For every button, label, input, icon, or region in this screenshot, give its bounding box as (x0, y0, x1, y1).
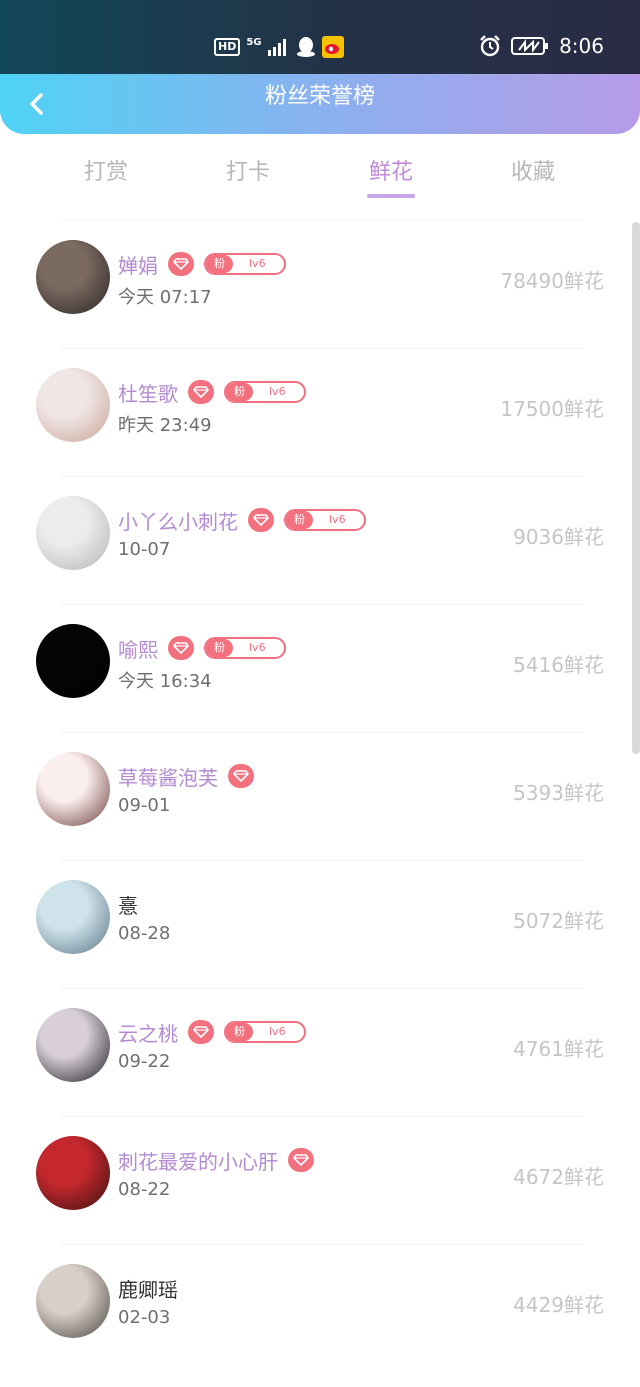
alarm-icon (480, 35, 500, 57)
diamond-icon (188, 380, 214, 404)
clock: 8:06 (559, 34, 604, 58)
diamond-icon (168, 636, 194, 660)
tab-reward[interactable]: 打赏 (56, 154, 156, 186)
name-line: 草莓酱泡芙 (118, 762, 254, 791)
user-name[interactable]: 小丫么小刺花 (118, 506, 238, 535)
timestamp: 09-01 (118, 795, 171, 816)
list-item[interactable]: 憙 08-28 5072鲜花 (36, 860, 604, 988)
fan-badge-label: 粉 (206, 639, 233, 657)
signal-icon (267, 39, 286, 56)
user-name[interactable]: 杜笙歌 (118, 378, 178, 407)
fan-level-badge: 粉 lv6 (224, 381, 306, 403)
avatar[interactable] (36, 368, 110, 442)
weibo-icon (321, 36, 344, 58)
name-line: 杜笙歌 粉 lv6 (118, 378, 306, 407)
timestamp: 昨天 23:49 (118, 415, 212, 436)
name-line: 婵娟 粉 lv6 (118, 250, 286, 279)
flower-count: 9036鲜花 (513, 525, 604, 549)
tab-checkin[interactable]: 打卡 (198, 154, 298, 186)
fan-badge-level: lv6 (249, 641, 266, 654)
avatar[interactable] (36, 496, 110, 570)
fan-badge-label: 粉 (226, 383, 253, 401)
list-item[interactable]: 草莓酱泡芙 09-01 5393鲜花 (36, 732, 604, 860)
list-item[interactable]: 小丫么小刺花 粉 lv6 10-07 9036鲜花 (36, 476, 604, 604)
avatar[interactable] (36, 1264, 110, 1338)
fan-level-badge: 粉 lv6 (204, 253, 286, 275)
flower-count: 5393鲜花 (513, 781, 604, 805)
timestamp: 02-03 (118, 1307, 171, 1328)
timestamp: 10-07 (118, 539, 171, 560)
tab-active-indicator (367, 194, 415, 198)
user-name[interactable]: 云之桃 (118, 1018, 178, 1047)
fan-badge-label: 粉 (226, 1023, 253, 1041)
fan-badge-label: 粉 (206, 255, 233, 273)
network-type: 5G (246, 37, 262, 48)
avatar[interactable] (36, 1008, 110, 1082)
qq-icon (296, 37, 315, 57)
avatar[interactable] (36, 752, 110, 826)
avatar[interactable] (36, 624, 110, 698)
diamond-icon (168, 252, 194, 276)
fan-badge-level: lv6 (269, 1025, 286, 1038)
fan-badge-level: lv6 (329, 513, 346, 526)
flower-count: 78490鲜花 (500, 269, 604, 293)
scrollbar[interactable] (632, 222, 640, 754)
fan-ranking-list: 婵娟粉 lv6 今天 07:17 78490鲜花 杜笙歌粉 lv6 昨天 23:49 1750… (0, 220, 620, 1372)
flower-count: 4761鲜花 (513, 1037, 604, 1061)
name-line: 喻熙 粉 lv6 (118, 634, 286, 663)
user-name[interactable]: 憙 (118, 890, 138, 919)
timestamp: 09-22 (118, 1051, 171, 1072)
list-item[interactable]: 喻熙 粉 lv6 今天 16:34 5416鲜花 (36, 604, 604, 732)
name-line: 云之桃 粉 lv6 (118, 1018, 306, 1047)
timestamp: 今天 16:34 (118, 671, 212, 692)
tab-collect[interactable]: 收藏 (483, 154, 583, 186)
timestamp: 今天 07:17 (118, 287, 212, 308)
list-item[interactable]: 云之桃 粉 lv6 09-22 4761鲜花 (36, 988, 604, 1116)
diamond-icon (188, 1020, 214, 1044)
fan-badge-label: 粉 (286, 511, 313, 529)
flower-count: 17500鲜花 (500, 397, 604, 421)
list-item[interactable]: 刺花最爱的小心肝 08-22 4672鲜花 (36, 1116, 604, 1244)
user-name[interactable]: 喻熙 (118, 634, 158, 663)
hd-label: HD (214, 38, 241, 56)
flower-count: 4429鲜花 (513, 1293, 604, 1317)
status-right-icons: 8:06 (479, 34, 604, 58)
avatar[interactable] (36, 880, 110, 954)
fan-level-badge: 粉 lv6 (224, 1021, 306, 1043)
user-name[interactable]: 婵娟 (118, 250, 158, 279)
name-line: 小丫么小刺花 粉 lv6 (118, 506, 366, 535)
page-title: 粉丝荣誉榜 (264, 84, 375, 109)
status-left-icons: HD 5G (214, 36, 344, 58)
fan-level-badge: 粉 lv6 (284, 509, 366, 531)
user-name[interactable]: 草莓酱泡芙 (118, 762, 218, 791)
avatar[interactable] (36, 1136, 110, 1210)
fan-level-badge: 粉 lv6 (204, 637, 286, 659)
flower-count: 5416鲜花 (513, 653, 604, 677)
tab-flowers-label: 鲜花 (368, 160, 413, 185)
app-header: 粉丝荣誉榜 (0, 74, 640, 134)
tab-flowers[interactable]: 鲜花 (341, 154, 441, 198)
timestamp: 08-22 (118, 1179, 171, 1200)
battery-icon (511, 37, 549, 55)
user-name[interactable]: 鹿卿瑶 (118, 1274, 178, 1303)
name-line: 鹿卿瑶 (118, 1274, 178, 1303)
list-item[interactable]: 杜笙歌 粉 lv6 昨天 23:49 17500鲜花 (36, 348, 604, 476)
name-line: 刺花最爱的小心肝 (118, 1146, 314, 1175)
tab-bar: 打赏 打卡 鲜花 收藏 (0, 146, 640, 206)
list-item[interactable]: 鹿卿瑶 02-03 4429鲜花 (36, 1244, 604, 1372)
fan-badge-level: lv6 (249, 257, 266, 270)
diamond-icon (288, 1148, 314, 1172)
name-line: 憙 (118, 890, 138, 919)
diamond-icon (248, 508, 274, 532)
user-name[interactable]: 刺花最爱的小心肝 (118, 1146, 278, 1175)
list-item[interactable]: 婵娟 粉 lv6 今天 07:17 78490鲜花 (36, 220, 604, 348)
timestamp: 08-28 (118, 923, 171, 944)
avatar[interactable] (36, 240, 110, 314)
flower-count: 4672鲜花 (513, 1165, 604, 1189)
fan-badge-level: lv6 (269, 385, 286, 398)
diamond-icon (228, 764, 254, 788)
flower-count: 5072鲜花 (513, 909, 604, 933)
